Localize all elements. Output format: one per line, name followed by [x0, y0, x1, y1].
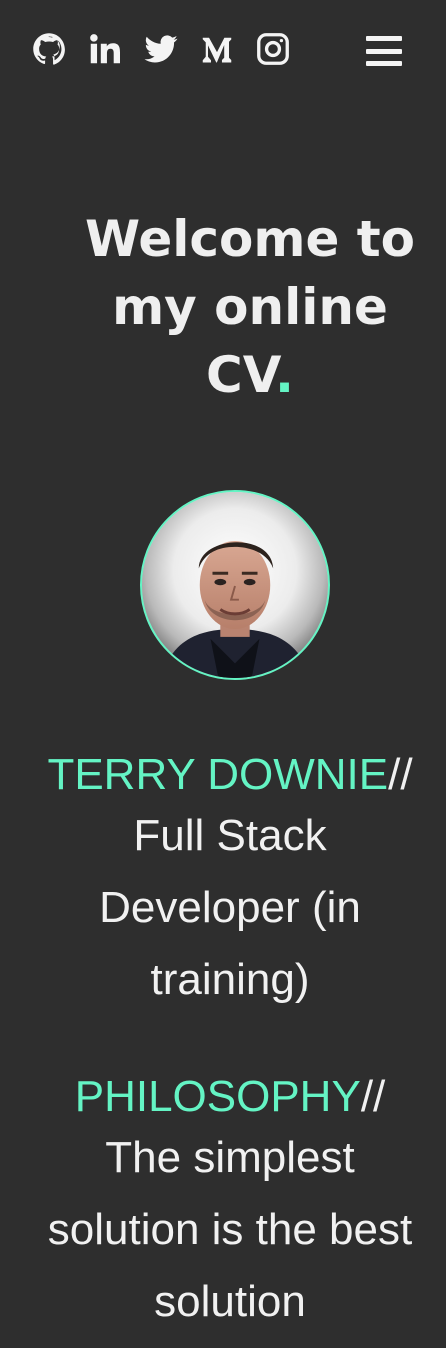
instagram-icon	[257, 33, 289, 65]
hero-title-line: my online	[112, 278, 388, 336]
hero-title: Welcome to my online CV.	[60, 205, 440, 409]
instagram-link[interactable]	[254, 30, 292, 68]
hero-title-line: Welcome to	[84, 210, 416, 268]
philosophy-separator: //	[360, 1072, 386, 1121]
philosophy-line: solution	[154, 1277, 306, 1326]
name-label: TERRY DOWNIE	[47, 750, 389, 799]
hamburger-menu-icon	[366, 61, 402, 66]
github-link[interactable]	[30, 30, 68, 68]
avatar-photo	[142, 492, 328, 678]
medium-icon	[202, 37, 232, 63]
hamburger-menu-icon	[366, 48, 402, 54]
role-line: training)	[150, 955, 310, 1004]
hamburger-menu-button[interactable]	[366, 36, 402, 66]
hero-title-dot: .	[274, 346, 294, 404]
top-bar	[0, 0, 446, 100]
name-section: TERRY DOWNIE// Full Stack Developer (in …	[20, 750, 440, 1016]
name-separator: //	[388, 750, 413, 799]
github-icon	[33, 33, 65, 65]
social-links	[30, 30, 292, 68]
twitter-icon	[144, 35, 178, 63]
philosophy-line: The simplest	[105, 1133, 355, 1182]
medium-link[interactable]	[198, 30, 236, 68]
twitter-link[interactable]	[142, 30, 180, 68]
philosophy-section: PHILOSOPHY// The simplest solution is th…	[20, 1072, 440, 1338]
hero-title-line: CV.	[60, 341, 440, 409]
philosophy-line: solution is the best	[47, 1205, 413, 1254]
role-line: Full Stack	[133, 811, 327, 860]
role-line: Developer (in	[99, 883, 361, 932]
page: Welcome to my online CV. TERRY DOWNIE// …	[0, 0, 446, 1348]
linkedin-link[interactable]	[86, 30, 124, 68]
philosophy-label: PHILOSOPHY	[74, 1072, 361, 1121]
hero-title-cv: CV	[206, 346, 275, 404]
linkedin-icon	[90, 34, 120, 64]
hamburger-menu-icon	[366, 36, 402, 41]
avatar	[140, 490, 330, 680]
